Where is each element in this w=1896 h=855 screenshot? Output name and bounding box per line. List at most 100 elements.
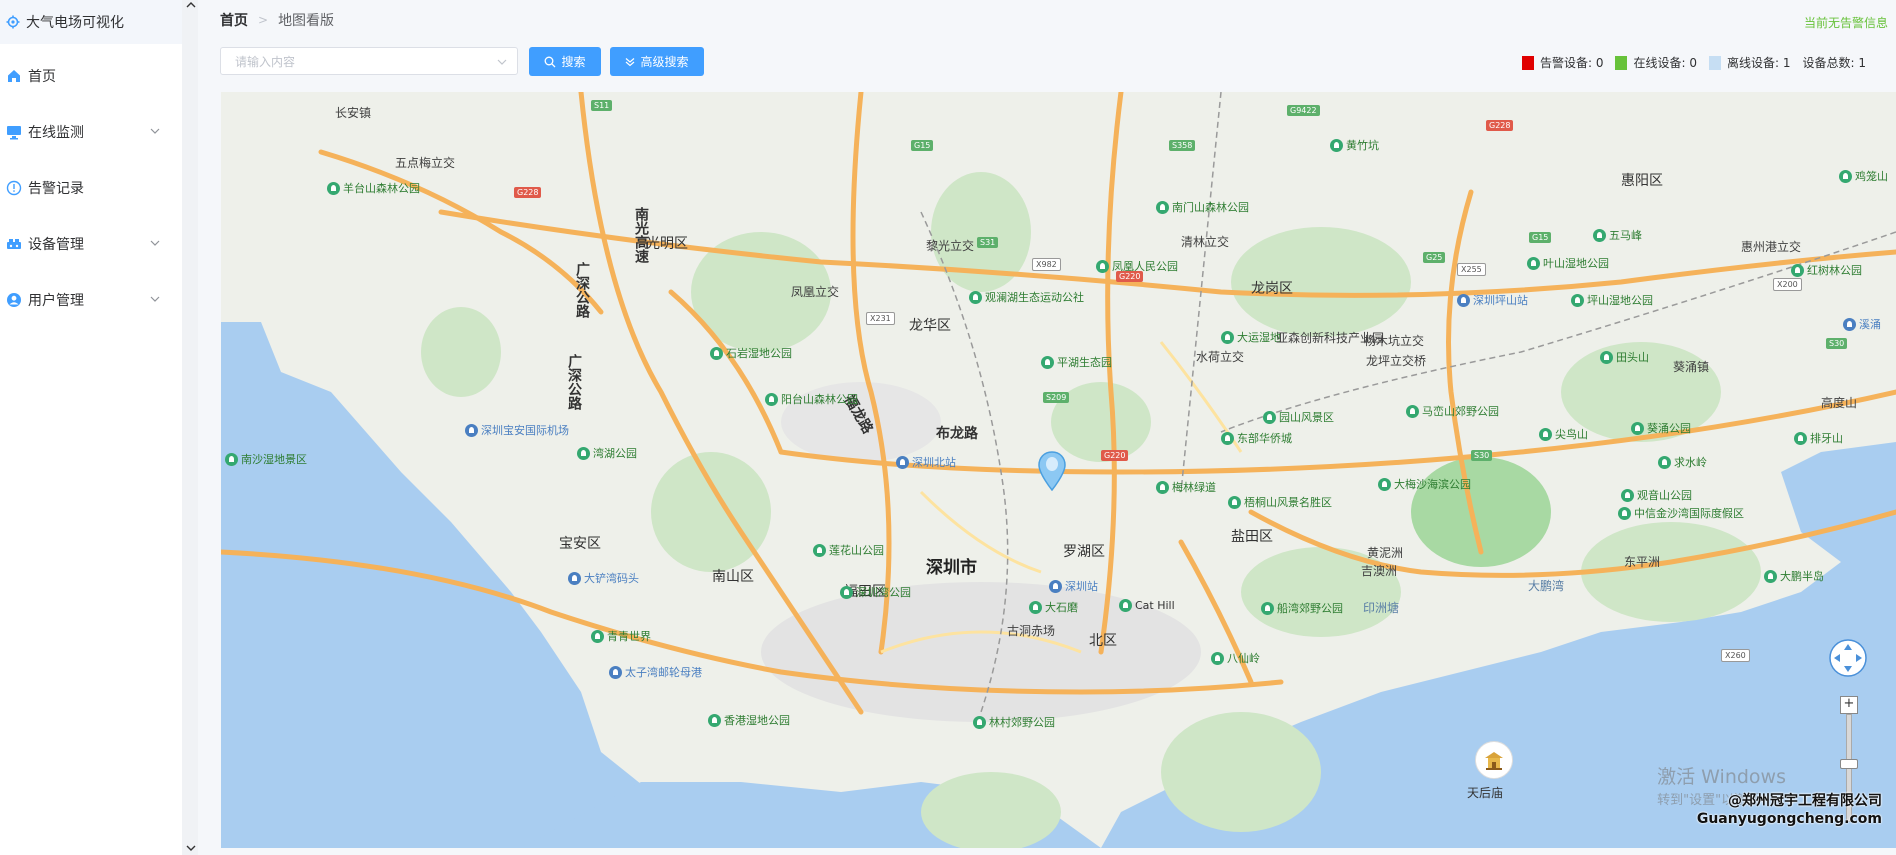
poi-qingqing-world[interactable]: 青青世界 <box>591 628 651 644</box>
poi-maluanshan[interactable]: 马峦山郊野公园 <box>1406 403 1499 419</box>
poi-dashimo[interactable]: 大石磨 <box>1029 599 1078 615</box>
alarm-status-text[interactable]: 当前无告警信息 <box>1804 14 1888 31</box>
station-icon <box>1049 579 1062 593</box>
poi-xichong[interactable]: 溪涌 <box>1843 316 1881 332</box>
poi-jilongshan[interactable]: 鸡笼山 <box>1839 168 1888 184</box>
park-icon <box>710 346 723 360</box>
map-label-wudianmei: 五点梅立交 <box>395 156 456 170</box>
search-input[interactable] <box>221 48 477 76</box>
map-canvas[interactable]: 光明区 龙华区 龙岗区 惠阳区 宝安区 南山区 福田区 罗湖区 盐田区 北区 深… <box>221 92 1896 848</box>
advanced-search-button[interactable]: 高级搜索 <box>610 47 704 76</box>
poi-shenzhen-station[interactable]: 深圳站 <box>1049 578 1098 594</box>
map-label-longgang: 龙岗区 <box>1251 281 1293 297</box>
poi-wanhu-park[interactable]: 湾湖公园 <box>577 445 637 461</box>
poi-dapeng[interactable]: 大鹏半岛 <box>1764 568 1824 584</box>
road-shield: G9422 <box>1287 105 1320 116</box>
poi-tiantoushan[interactable]: 田头山 <box>1600 349 1649 365</box>
poi-taiziwan[interactable]: 太子湾邮轮母港 <box>609 664 702 680</box>
park-icon <box>765 392 778 406</box>
poi-yeshan-wetland[interactable]: 叶山湿地公园 <box>1527 255 1609 271</box>
poi-label: 香港湿地公园 <box>724 714 790 727</box>
map-label-shenzhen: 深圳市 <box>926 558 977 578</box>
chevron-down-icon <box>150 128 160 134</box>
sidebar-item-device[interactable]: 设备管理 <box>0 216 182 272</box>
road-shield: G15 <box>1529 232 1552 243</box>
poi-huangzhukeng[interactable]: 黄竹坑 <box>1330 137 1379 153</box>
zoom-in-button[interactable]: + <box>1840 696 1858 714</box>
temple-icon[interactable] <box>1475 741 1513 779</box>
chevron-down-icon[interactable] <box>184 843 198 853</box>
search-button[interactable]: 搜索 <box>529 47 601 76</box>
sidebar-scrollbar[interactable] <box>182 0 198 855</box>
road-shield: S30 <box>1471 450 1493 461</box>
legend-offline-label: 离线设备: <box>1726 56 1780 70</box>
poi-nanmenshan[interactable]: 南门山森林公园 <box>1156 199 1249 215</box>
poi-yangtai-forest[interactable]: 阳台山森林公园 <box>765 391 858 407</box>
road-shield: G15 <box>911 140 934 151</box>
chevron-up-icon[interactable] <box>184 0 198 10</box>
sidebar-item-alarm[interactable]: 告警记录 <box>0 160 182 216</box>
poi-shenzhen-north[interactable]: 深圳北站 <box>896 454 956 470</box>
poi-kuichong-park[interactable]: 葵涌公园 <box>1631 420 1691 436</box>
poi-lamtsuen[interactable]: 林村郊野公园 <box>973 714 1055 730</box>
park-icon <box>1261 601 1274 615</box>
poi-jianniaoshan[interactable]: 尖鸟山 <box>1539 426 1588 442</box>
chevron-down-icon[interactable] <box>497 57 507 67</box>
poi-label: Cat Hill <box>1135 599 1175 612</box>
poi-shenzhen-bay-park[interactable]: 深圳湾公园 <box>840 584 911 600</box>
poi-yuanshan[interactable]: 园山风景区 <box>1263 409 1334 425</box>
road-label-guangshen-1: 广深公路 <box>574 262 590 318</box>
road-shield: X200 <box>1773 278 1802 291</box>
poi-baoan-airport[interactable]: 深圳宝安国际机场 <box>465 422 569 438</box>
poi-baxianling[interactable]: 八仙岭 <box>1211 650 1260 666</box>
poi-wutongshan[interactable]: 梧桐山风景名胜区 <box>1228 494 1332 510</box>
search-select[interactable] <box>220 47 518 76</box>
sidebar-item-user[interactable]: 用户管理 <box>0 272 182 328</box>
map-label-huizhougang: 惠州港立交 <box>1741 240 1802 254</box>
poi-label: 叶山湿地公园 <box>1543 257 1609 270</box>
app-logo[interactable]: 大气电场可视化 <box>0 0 182 44</box>
poi-guanlanhu[interactable]: 观澜湖生态运动公社 <box>969 289 1084 305</box>
poi-label: 八仙岭 <box>1227 652 1260 665</box>
sidebar-item-monitor[interactable]: 在线监测 <box>0 104 182 160</box>
poi-label: 深圳坪山站 <box>1473 294 1528 307</box>
device-location-marker[interactable] <box>1038 451 1066 491</box>
poi-mangrove[interactable]: 红树林公园 <box>1791 262 1862 278</box>
poi-dachan-terminal[interactable]: 大铲湾码头 <box>568 570 639 586</box>
legend-offline-count: 1 <box>1782 55 1791 70</box>
poi-meilin[interactable]: 梅林绿道 <box>1156 479 1216 495</box>
zoom-slider-handle[interactable] <box>1840 759 1858 769</box>
poi-dameisha[interactable]: 大梅沙海滨公园 <box>1378 476 1471 492</box>
poi-shiyan-wetland[interactable]: 石岩湿地公园 <box>710 345 792 361</box>
poi-chuanwan[interactable]: 船湾郊野公园 <box>1261 600 1343 616</box>
advanced-search-label: 高级搜索 <box>640 55 689 69</box>
poi-qiushuiling[interactable]: 求水岭 <box>1658 454 1707 470</box>
poi-pingshan-station[interactable]: 深圳坪山站 <box>1457 292 1528 308</box>
poi-label: 大梅沙海滨公园 <box>1394 478 1471 491</box>
map-pan-control[interactable] <box>1828 638 1868 678</box>
poi-hk-wetland[interactable]: 香港湿地公园 <box>708 712 790 728</box>
poi-cat-hill[interactable]: Cat Hill <box>1119 599 1175 612</box>
poi-wumafeng[interactable]: 五马峰 <box>1593 227 1642 243</box>
poi-label: 林村郊野公园 <box>989 716 1055 729</box>
breadcrumb-home[interactable]: 首页 <box>220 10 248 30</box>
poi-guanyinshan[interactable]: 观音山公园 <box>1621 487 1692 503</box>
map-label-yinzhoutang: 印洲塘 <box>1363 601 1400 615</box>
poi-dayun-wetland[interactable]: 大运湿地 <box>1221 329 1281 345</box>
sidebar-item-label: 首页 <box>28 69 56 85</box>
map-label-north-district: 北区 <box>1089 633 1117 649</box>
sidebar-item-home[interactable]: 首页 <box>0 48 182 104</box>
park-icon <box>225 452 238 466</box>
poi-pinghu-eco[interactable]: 平湖生态园 <box>1041 354 1112 370</box>
poi-citic-jinshawan[interactable]: 中信金沙湾国际度假区 <box>1618 505 1744 521</box>
poi-oct-east[interactable]: 东部华侨城 <box>1221 430 1292 446</box>
sidebar-item-label: 在线监测 <box>28 125 84 141</box>
road-shield: S30 <box>1826 338 1848 349</box>
poi-yangtaishan[interactable]: 羊台山森林公园 <box>327 180 420 196</box>
poi-nansha-wetland[interactable]: 南沙湿地景区 <box>225 451 307 467</box>
poi-paiyashan[interactable]: 排牙山 <box>1794 430 1843 446</box>
road-shield: X982 <box>1032 258 1061 271</box>
poi-pingshan-wetland[interactable]: 坪山湿地公园 <box>1571 292 1653 308</box>
legend-alarm-label: 告警设备: <box>1539 56 1592 70</box>
poi-lianhuashan[interactable]: 莲花山公园 <box>813 542 884 558</box>
